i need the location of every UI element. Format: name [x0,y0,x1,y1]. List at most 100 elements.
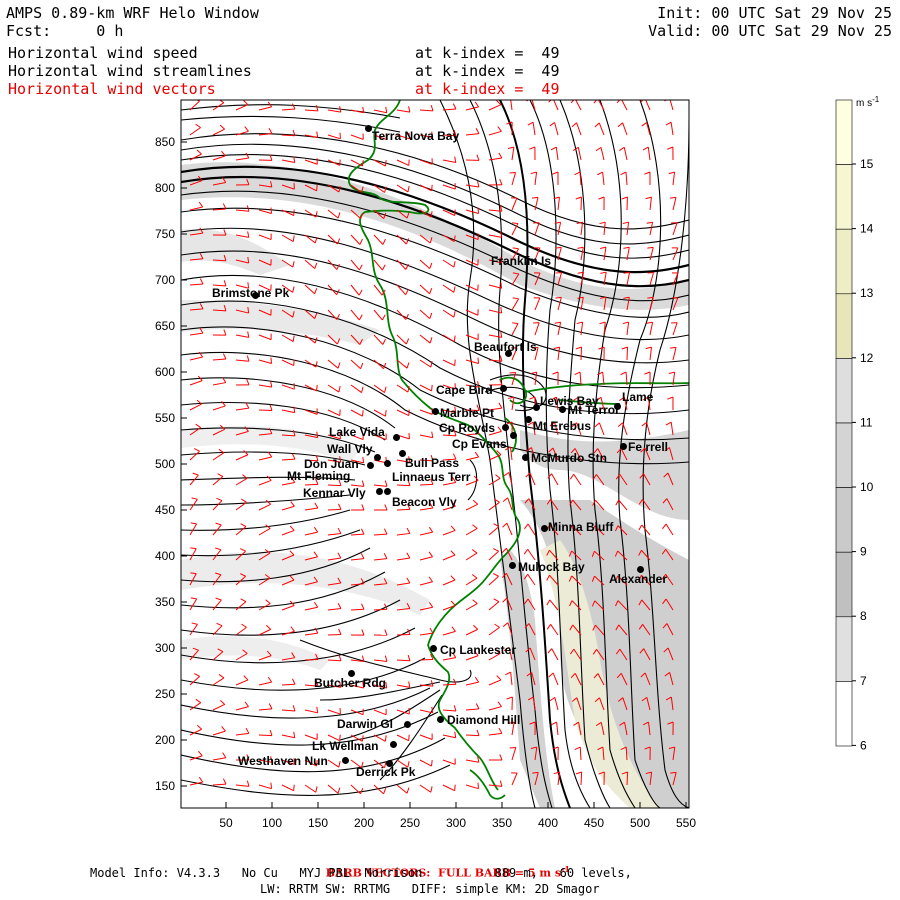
colorbar: 15 14 13 12 11 10 9 8 7 6 m s-1 [835,95,880,752]
station-dot [559,406,566,413]
y-tick-label: 750 [155,227,175,241]
place-label: Lake Vida [329,425,385,439]
x-tick-label: 550 [676,816,696,830]
station-dot [437,716,444,723]
station-dot [393,434,400,441]
colorbar-tick-label: 10 [860,480,874,494]
colorbar-tick-label: 12 [860,351,874,365]
station-dot [525,416,532,423]
colorbar-bin [835,293,853,359]
x-tick-label: 500 [630,816,650,830]
station-dot [404,721,411,728]
colorbar-tick-label: 8 [860,609,867,623]
place-label: Butcher Rdg [314,676,386,690]
place-label: Alexander [609,572,668,586]
y-axis: 850 800 750 700 650 600 550 500 450 400 350 300 250 2… [155,135,187,793]
station-dot [430,645,437,652]
place-label: Mulock Bay [518,560,585,574]
station-dot [541,525,548,532]
colorbar-tick-label: 11 [860,415,873,429]
x-tick-label: 350 [492,816,512,830]
y-tick-label: 850 [155,135,175,149]
station-dot [384,488,391,495]
station-dot [510,432,517,439]
y-tick-label: 150 [155,779,175,793]
y-tick-label: 650 [155,319,175,333]
y-tick-label: 200 [155,733,175,747]
colorbar-tick-label: 15 [860,157,874,171]
place-label: Brimstone Pk [212,286,290,300]
x-tick-label: 400 [538,816,558,830]
colorbar-bin [835,422,853,488]
station-dot [432,408,439,415]
x-tick-label: 250 [400,816,420,830]
colorbar-bin [835,681,853,747]
station-dot [365,125,372,132]
place-label: Minna Bluff [548,520,614,534]
model-info: Model Info: V4.3.3 No Cu MYJ PBL Morriso… [90,866,632,880]
y-tick-label: 400 [155,549,175,563]
y-tick-label: 550 [155,411,175,425]
place-label: Fe rrell [628,440,669,454]
colorbar-tick-label: 7 [860,674,867,688]
station-dot [533,404,540,411]
colorbar-bin [835,616,853,682]
place-label: Kennar Vly [303,486,366,500]
colorbar-bin [835,358,853,424]
place-label: Beacon Vly [392,495,457,509]
place-label: Marble Pt [440,406,495,420]
station-dot [620,443,627,450]
place-label: Linnaeus Terr [392,470,471,484]
x-tick-label: 150 [308,816,328,830]
station-dot [502,424,509,431]
colorbar-bin [835,164,853,230]
place-label: Cp Evans [452,437,507,451]
colorbar-unit: m s-1 [856,95,880,109]
place-label: Lk Wellman [312,739,379,753]
place-label: Wall Vly [327,442,373,456]
colorbar-tick-label: 9 [860,545,867,559]
colorbar-tick-label: 13 [860,286,874,300]
station-dot [522,454,529,461]
physics-info: LW: RRTM SW: RRTMG DIFF: simple KM: 2D S… [260,882,600,896]
colorbar-bin [835,551,853,618]
colorbar-bin [835,228,853,295]
y-tick-label: 350 [155,595,175,609]
station-dot [500,385,507,392]
x-tick-label: 450 [584,816,604,830]
place-label: Cape Bird [436,383,493,397]
station-dot [367,462,374,469]
x-tick-label: 300 [446,816,466,830]
y-tick-label: 250 [155,687,175,701]
place-label: Franklin Is [491,254,552,268]
station-dot [342,757,349,764]
station-dot [374,454,381,461]
x-tick-label: 50 [219,816,233,830]
place-label: Mt Terror [568,403,620,417]
place-label: Diamond Hill [447,713,521,727]
place-label: Westhaven Nun [238,754,328,768]
place-label: Cp Lankester [440,643,517,657]
place-label: Cp Royds [439,421,496,435]
colorbar-bin [835,99,853,165]
y-tick-label: 300 [155,641,175,655]
place-label: Mt Erebus [533,419,592,433]
y-tick-label: 600 [155,365,175,379]
x-tick-label: 100 [262,816,282,830]
place-label: Derrick Pk [356,765,416,779]
place-label: Darwin Gl [337,717,394,731]
place-label: Lame [622,390,654,404]
place-label: Beaufort Is [474,340,537,354]
y-tick-label: 500 [155,457,175,471]
y-tick-label: 700 [155,273,175,287]
y-tick-label: 800 [155,181,175,195]
station-dot [509,562,516,569]
x-tick-label: 200 [354,816,374,830]
place-label: Terra Nova Bay [372,129,460,143]
station-dot [384,460,391,467]
colorbar-bin [835,487,853,553]
colorbar-tick-label: 14 [860,222,874,236]
colorbar-tick-label: 6 [860,738,867,752]
place-label: McMurdo Stn [531,451,607,465]
station-dot [376,488,383,495]
